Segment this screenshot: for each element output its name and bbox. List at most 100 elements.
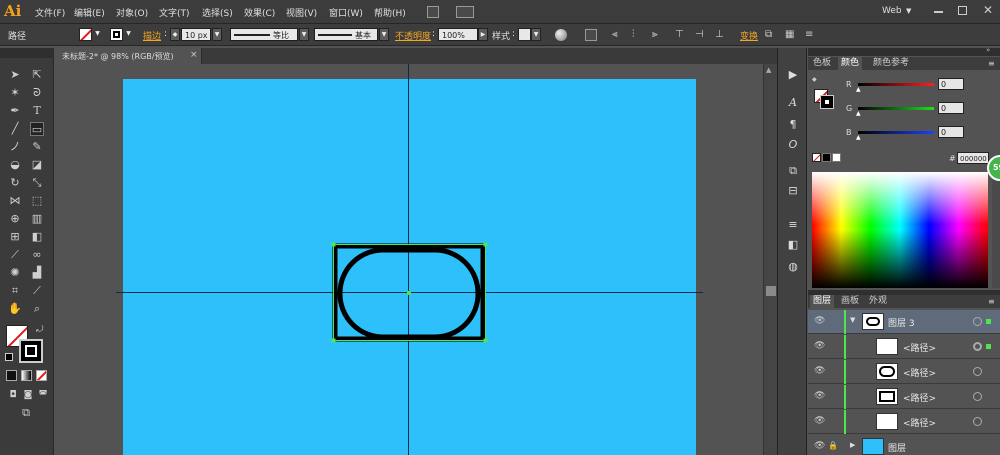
opacity-label[interactable]: 不透明度	[395, 29, 431, 42]
color-panel-options-icon[interactable]: ◆	[812, 76, 817, 83]
target-circle-icon[interactable]	[973, 367, 982, 376]
stroke-dropdown-icon[interactable]: ▼	[124, 28, 133, 41]
draw-inside-icon[interactable]: ◚	[36, 388, 50, 402]
value-g[interactable]: 0	[938, 102, 964, 114]
swap-colors-icon[interactable]: ⤾	[36, 325, 44, 335]
profile-dropdown[interactable]: ▼	[299, 28, 309, 41]
align-center-icon[interactable]: ⫶	[632, 29, 644, 41]
align-top-icon[interactable]: ⊤	[675, 29, 687, 41]
selection-handle[interactable]	[483, 338, 488, 343]
none-mode-icon[interactable]	[36, 370, 47, 381]
align-left-icon[interactable]: ⫷	[612, 29, 624, 41]
menu-file[interactable]: 文件(F)	[35, 6, 65, 19]
stroke-stepper[interactable]: ◆	[170, 28, 180, 41]
minimize-icon[interactable]	[934, 11, 943, 13]
align-panel-icon[interactable]: ⊟	[786, 184, 800, 198]
blend-tool-icon[interactable]: ∞	[30, 248, 44, 262]
menu-help[interactable]: 帮助(H)	[374, 6, 406, 19]
workspace-switcher[interactable]: Web	[882, 6, 902, 16]
play-icon[interactable]: ▶	[786, 68, 800, 82]
stroke-label[interactable]: 描边	[143, 29, 161, 42]
layer-name[interactable]: <路径>	[903, 416, 936, 429]
pencil-tool-icon[interactable]: ✎	[30, 140, 44, 154]
layer-row[interactable]: 👁 ▼ 图层 3	[808, 310, 1000, 334]
transparency-panel-icon[interactable]: ◍	[786, 260, 800, 274]
maximize-icon[interactable]	[958, 6, 967, 15]
type-tool-icon[interactable]: T	[30, 104, 44, 118]
draw-normal-icon[interactable]: ◘	[6, 388, 20, 402]
lock-icon[interactable]: 🔒	[828, 441, 838, 450]
layer-name[interactable]: <路径>	[903, 341, 936, 354]
target-circle-icon[interactable]	[973, 342, 982, 351]
lasso-tool-icon[interactable]: ᘐ	[30, 86, 44, 100]
visibility-eye-icon[interactable]: 👁	[814, 391, 825, 401]
layer-name[interactable]: <路径>	[903, 391, 936, 404]
artboard-tool-icon[interactable]: ⌗	[8, 284, 22, 298]
document-tab[interactable]: 未标题-2* @ 98% (RGB/预览) ×	[54, 48, 202, 64]
slider-r[interactable]	[858, 83, 934, 86]
gradient-panel-icon[interactable]: ◧	[786, 238, 800, 252]
variable-width-profile[interactable]: 等比	[230, 28, 298, 41]
mesh-tool-icon[interactable]: ⊞	[8, 230, 22, 244]
layer-row[interactable]: 👁 <路径>	[808, 385, 1000, 409]
gradient-tool-icon[interactable]: ◧	[30, 230, 44, 244]
slider-g[interactable]	[858, 107, 934, 110]
recolor-artwork-icon[interactable]	[555, 29, 567, 41]
selected-artwork[interactable]	[330, 240, 490, 346]
pen-tool-icon[interactable]: ✒	[8, 104, 22, 118]
column-graph-tool-icon[interactable]: ▟	[30, 266, 44, 280]
target-circle-icon[interactable]	[973, 417, 982, 426]
target-circle-icon[interactable]	[973, 317, 982, 326]
fill-dropdown-icon[interactable]: ▼	[93, 28, 102, 41]
selection-handle[interactable]	[483, 242, 488, 247]
value-r[interactable]: 0	[938, 78, 964, 90]
visibility-eye-icon[interactable]: 👁	[814, 341, 825, 351]
width-tool-icon[interactable]: ⋈	[8, 194, 22, 208]
rotate-tool-icon[interactable]: ↻	[8, 176, 22, 190]
selection-tool-icon[interactable]: ➤	[8, 68, 22, 82]
blob-brush-tool-icon[interactable]: ◒	[8, 158, 22, 172]
selection-handle[interactable]	[331, 242, 336, 247]
character-icon[interactable]: A	[786, 96, 800, 110]
zoom-tool-icon[interactable]: ⌕	[30, 302, 44, 316]
selection-handle[interactable]	[331, 338, 336, 343]
layers-panel-menu-icon[interactable]: ≡	[988, 297, 995, 306]
line-tool-icon[interactable]: ╱	[8, 122, 22, 136]
layer-name[interactable]: 图层 3	[888, 316, 915, 329]
target-circle-icon[interactable]	[973, 392, 982, 401]
slider-g-handle[interactable]: ▲	[856, 110, 861, 117]
tab-color-guide[interactable]: 颜色参考	[870, 57, 912, 70]
visibility-eye-icon[interactable]: 👁	[814, 366, 825, 376]
black-swatch[interactable]	[822, 153, 831, 162]
tab-artboards[interactable]: 画板	[838, 295, 862, 308]
paintbrush-tool-icon[interactable]: ノ	[8, 140, 22, 154]
layer-row[interactable]: 👁 <路径>	[808, 335, 1000, 359]
stroke-weight-field[interactable]: 10 px	[181, 28, 211, 41]
align-bottom-icon[interactable]: ⊥	[715, 29, 727, 41]
transform-panel-icon[interactable]: ⧉	[786, 164, 800, 178]
color-mode-icon[interactable]	[6, 370, 17, 381]
free-transform-tool-icon[interactable]: ⬚	[30, 194, 44, 208]
isolate-icon[interactable]: ⧉	[765, 29, 777, 41]
hex-value-field[interactable]: 000000	[957, 152, 989, 164]
rectangle-tool-icon[interactable]: ▭	[30, 122, 44, 136]
layer-row[interactable]: 👁 <路径>	[808, 360, 1000, 384]
scale-tool-icon[interactable]: ⤡	[30, 176, 44, 190]
scrollbar-thumb[interactable]	[766, 286, 776, 296]
shape-builder-tool-icon[interactable]: ⊕	[8, 212, 22, 226]
collapse-icon[interactable]: »	[986, 46, 990, 54]
direct-selection-tool-icon[interactable]: ⇱	[30, 68, 44, 82]
align-right-icon[interactable]: ⫸	[652, 29, 664, 41]
stroke-color-box[interactable]	[19, 339, 43, 363]
visibility-eye-icon[interactable]: 👁	[814, 316, 825, 326]
expand-triangle-icon[interactable]: ▼	[850, 316, 855, 324]
none-swatch[interactable]	[812, 153, 821, 162]
layer-name[interactable]: <路径>	[903, 366, 936, 379]
paragraph-icon[interactable]: ¶	[786, 118, 800, 132]
align-to-icon[interactable]	[585, 29, 597, 41]
stroke-panel-icon[interactable]: ≡	[786, 218, 800, 232]
slider-b-handle[interactable]: ▲	[856, 134, 861, 141]
brush-definition[interactable]: 基本	[314, 28, 378, 41]
opentype-icon[interactable]: O	[786, 138, 800, 152]
draw-behind-icon[interactable]: ◙	[21, 388, 35, 402]
